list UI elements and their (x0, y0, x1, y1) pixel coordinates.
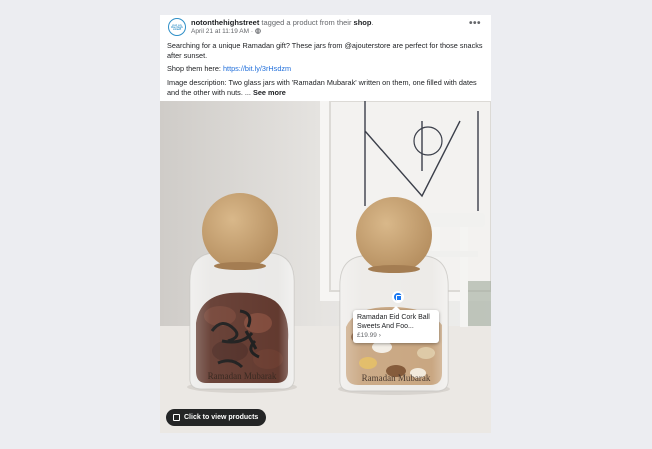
post-header: not on the high street notonthehighstree… (160, 15, 491, 39)
product-tag-name: Ramadan Eid Cork Ball Sweets And Foo... (357, 314, 430, 330)
product-tag-price-row: £19.99 › (357, 332, 381, 340)
product-tag-price: £19.99 (357, 332, 377, 339)
shopping-bag-icon (173, 414, 180, 421)
image-description: Image description: Two glass jars with '… (167, 78, 477, 97)
chevron-right-icon: › (378, 332, 381, 339)
shop-link[interactable]: shop (354, 18, 372, 27)
author-name[interactable]: notonthehighstreet (191, 18, 259, 27)
jar-left-label: Ramadan Mubarak (208, 371, 277, 381)
post-text-line-1: Searching for a unique Ramadan gift? The… (167, 41, 483, 60)
shop-prompt: Shop them here: (167, 64, 223, 73)
post-photo[interactable]: Ramadan Mubarak Ramadan Mubarak Ramadan … (160, 101, 491, 433)
shop-link-url[interactable]: https://bit.ly/3rHsdzm (223, 64, 291, 73)
product-tag-card[interactable]: Ramadan Eid Cork Ball Sweets And Foo... … (353, 306, 439, 343)
post-text-line-2: Shop them here: https://bit.ly/3rHsdzm (167, 64, 485, 74)
see-more-link[interactable]: See more (253, 88, 286, 97)
product-tag-dot[interactable] (392, 291, 404, 303)
avatar[interactable]: not on the high street (168, 18, 186, 36)
post-card: not on the high street notonthehighstree… (160, 15, 491, 433)
more-options-icon[interactable]: ••• (469, 19, 481, 29)
shopping-bag-icon (396, 295, 402, 301)
view-products-label: Click to view products (184, 414, 259, 421)
avatar-logo-text: not on the high street (171, 23, 183, 31)
action-text: tagged a product from their (259, 18, 354, 27)
post-text-line-3: Image description: Two glass jars with '… (167, 78, 485, 97)
globe-icon (255, 28, 261, 34)
period: . (371, 18, 374, 27)
view-products-button[interactable]: Click to view products (166, 409, 267, 426)
post-headline: notonthehighstreet tagged a product from… (191, 18, 374, 27)
post-date: April 21 at 11:19 AM · (191, 28, 255, 35)
jars-photo: Ramadan Mubarak Ramadan Mubarak (160, 101, 491, 433)
post-timestamp[interactable]: April 21 at 11:19 AM · (191, 28, 261, 36)
jar-right-label: Ramadan Mubarak (362, 373, 431, 383)
